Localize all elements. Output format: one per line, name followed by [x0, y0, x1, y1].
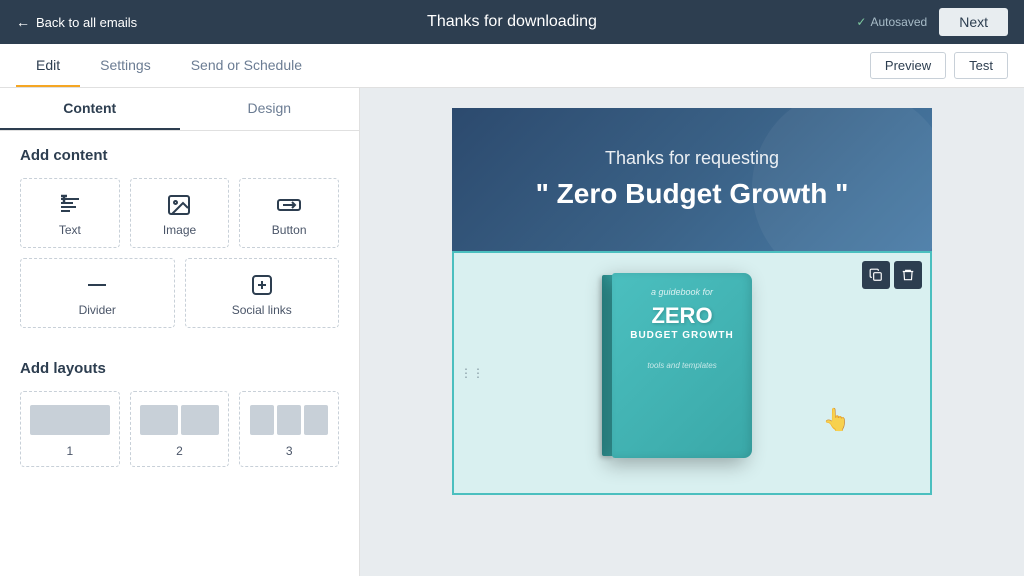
content-item-image[interactable]: Image — [130, 178, 230, 248]
book-footer: tools and templates — [624, 361, 740, 370]
hero-title: " Zero Budget Growth " — [482, 177, 902, 211]
add-layouts-section: Add layouts 1 2 — [0, 344, 359, 483]
image-block[interactable]: ⋮⋮ a guidebook for ZERO BUDGET GROWTH to… — [452, 251, 932, 495]
add-content-section: Add content Text — [0, 131, 359, 344]
tab-edit[interactable]: Edit — [16, 44, 80, 87]
book-guidebook: a guidebook for — [624, 287, 740, 297]
button-icon — [248, 193, 330, 217]
layout-preview-1 — [29, 402, 111, 438]
divider-row: Divider Social links — [20, 258, 339, 328]
book-main-title: ZERO — [624, 305, 740, 327]
layout-preview-2 — [139, 402, 221, 438]
book: a guidebook for ZERO BUDGET GROWTH tools… — [612, 273, 752, 458]
image-icon — [139, 193, 221, 217]
social-icon — [194, 273, 331, 297]
tab-settings[interactable]: Settings — [80, 44, 171, 87]
content-social-label: Social links — [194, 303, 331, 317]
layout-label-1: 1 — [29, 444, 111, 458]
preview-button[interactable]: Preview — [870, 52, 946, 79]
back-label: Back to all emails — [36, 15, 137, 30]
content-grid: Text Image — [20, 178, 339, 248]
content-button-label: Button — [248, 223, 330, 237]
canvas-area: Thanks for requesting " Zero Budget Grow… — [360, 88, 1024, 576]
checkmark-icon: ✓ — [856, 15, 866, 29]
content-text-label: Text — [29, 223, 111, 237]
main-tabs: Edit Settings Send or Schedule — [16, 44, 322, 87]
top-bar: ← Back to all emails Thanks for download… — [0, 0, 1024, 44]
layout-label-3: 3 — [248, 444, 330, 458]
content-item-button[interactable]: Button — [239, 178, 339, 248]
content-image-label: Image — [139, 223, 221, 237]
panel-tab-design[interactable]: Design — [180, 88, 360, 130]
panel-tabs: Content Design — [0, 88, 359, 131]
layout-col-single — [30, 405, 110, 435]
book-container: a guidebook for ZERO BUDGET GROWTH tools… — [592, 253, 792, 493]
layout-label-2: 2 — [139, 444, 221, 458]
back-arrow-icon: ← — [16, 14, 30, 30]
main-layout: Content Design Add content — [0, 88, 1024, 576]
tab-send-schedule[interactable]: Send or Schedule — [171, 44, 322, 87]
content-item-divider[interactable]: Divider — [20, 258, 175, 328]
page-title: Thanks for downloading — [427, 13, 597, 31]
next-button[interactable]: Next — [939, 8, 1008, 36]
block-actions — [862, 261, 922, 289]
hero-subtitle: Thanks for requesting — [482, 148, 902, 169]
left-panel: Content Design Add content — [0, 88, 360, 576]
layout-item-3[interactable]: 3 — [239, 391, 339, 467]
cursor-hand-icon: 👆 — [823, 407, 850, 433]
layout-item-1[interactable]: 1 — [20, 391, 120, 467]
drag-handle[interactable]: ⋮⋮ — [460, 366, 484, 380]
content-item-text[interactable]: Text — [20, 178, 120, 248]
layout-preview-3 — [248, 402, 330, 438]
autosaved-status: ✓ Autosaved — [856, 15, 927, 29]
back-link[interactable]: ← Back to all emails — [16, 14, 137, 30]
text-icon — [29, 193, 111, 217]
layouts-grid: 1 2 3 — [20, 391, 339, 467]
book-sub-title: BUDGET GROWTH — [624, 330, 740, 341]
top-bar-actions: ✓ Autosaved Next — [856, 8, 1008, 36]
hero-banner: Thanks for requesting " Zero Budget Grow… — [452, 108, 932, 251]
tab-bar: Edit Settings Send or Schedule Preview T… — [0, 44, 1024, 88]
divider-icon — [29, 273, 166, 297]
delete-button[interactable] — [894, 261, 922, 289]
duplicate-button[interactable] — [862, 261, 890, 289]
layout-item-2[interactable]: 2 — [130, 391, 230, 467]
add-content-title: Add content — [20, 147, 339, 164]
tab-actions: Preview Test — [870, 52, 1008, 79]
panel-tab-content[interactable]: Content — [0, 88, 180, 130]
content-divider-label: Divider — [29, 303, 166, 317]
content-item-social[interactable]: Social links — [185, 258, 340, 328]
test-button[interactable]: Test — [954, 52, 1008, 79]
book-wrapper: a guidebook for ZERO BUDGET GROWTH tools… — [612, 273, 772, 473]
book-text: a guidebook for ZERO BUDGET GROWTH tools… — [612, 273, 752, 384]
add-layouts-title: Add layouts — [20, 360, 339, 377]
email-canvas: Thanks for requesting " Zero Budget Grow… — [452, 108, 932, 495]
